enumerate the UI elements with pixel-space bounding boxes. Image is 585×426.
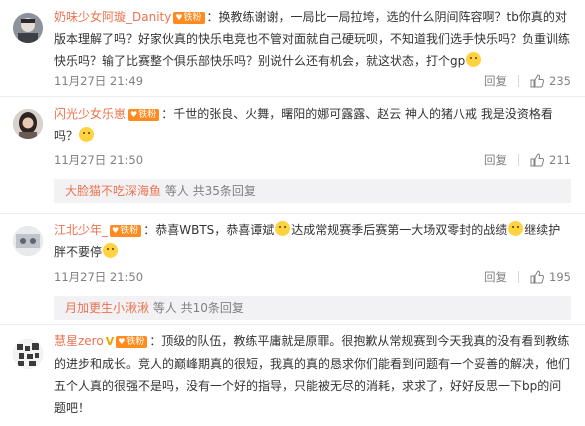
comment-username[interactable]: 慧星zero (54, 334, 104, 348)
comment-meta: 11月27日 21:49 回复 235 (54, 73, 571, 89)
comment-body: 奶味少女阿璇_Danity ♥铁粉 ：换教练谢谢，一局比一局拉垮，选的什么阴间阵容啊… (54, 10, 571, 68)
like-count: 211 (549, 153, 571, 167)
like-count: 235 (549, 74, 571, 88)
comment-username[interactable]: 闪光少女乐崽 (54, 107, 126, 121)
sub-reply-count[interactable]: 等人 共10条回复 (153, 301, 244, 315)
comment-text: 达成常规赛季后赛第一大场双零封的战绩 (291, 223, 508, 237)
like-button[interactable]: 211 (530, 153, 571, 167)
thumbs-up-icon (530, 153, 545, 167)
divider (518, 75, 520, 87)
divider (518, 154, 520, 166)
thumbs-up-icon (530, 74, 545, 88)
comment-body: 闪光少女乐崽 ♥铁粉 ：千世的张良、火舞，曙阳的娜可露露、赵云 神人的猪八戒 我是没… (54, 107, 553, 143)
comment-actions: 回复 195 (484, 269, 571, 285)
divider (518, 271, 520, 283)
comment-meta: 11月27日 21:50 回复 195 (54, 269, 571, 285)
comment-time: 11月27日 21:50 (54, 153, 144, 167)
fan-badge[interactable]: ♥铁粉 (116, 336, 148, 348)
sub-replies-bar[interactable]: 月加更生小湫湫 等人 共10条回复 (54, 296, 571, 320)
avatar[interactable] (13, 109, 43, 139)
comment-actions: 回复 235 (484, 73, 571, 89)
fan-badge-label: 铁粉 (120, 226, 139, 236)
comment-text: 恭喜WBTS，恭喜谭斌 (155, 223, 275, 237)
verified-icon: V (105, 335, 115, 348)
comment-time: 11月27日 21:49 (54, 74, 144, 88)
reply-button[interactable]: 回复 (484, 152, 507, 168)
comment-username[interactable]: 江北少年_ (54, 223, 108, 237)
crying-emoji-icon (103, 243, 119, 258)
smile-emoji-icon (466, 52, 482, 67)
comment-body: 慧星zero V ♥铁粉 ：顶级的队伍，教练平庸就是原罪。很抱歉从常规赛到今天我真的没… (54, 334, 571, 415)
fan-badge-label: 铁粉 (183, 13, 202, 23)
sub-reply-username[interactable]: 月加更生小湫湫 (65, 301, 149, 315)
comment-item: 闪光少女乐崽 ♥铁粉 ：千世的张良、火舞，曙阳的娜可露露、赵云 神人的猪八戒 我是没… (0, 97, 585, 213)
avatar[interactable] (13, 13, 43, 43)
crying-emoji-icon (508, 221, 524, 236)
fan-badge-label: 铁粉 (126, 337, 145, 347)
sub-reply-count[interactable]: 等人 共35条回复 (165, 184, 256, 198)
comment-username[interactable]: 奶味少女阿璇_Danity (54, 10, 171, 24)
comment-item: 奶味少女阿璇_Danity ♥铁粉 ：换教练谢谢，一局比一局拉垮，选的什么阴间阵容啊… (0, 0, 585, 96)
fan-badge[interactable]: ♥铁粉 (173, 12, 205, 24)
comment-item: 慧星zero V ♥铁粉 ：顶级的队伍，教练平庸就是原罪。很抱歉从常规赛到今天我真的没… (0, 325, 585, 426)
fan-badge-label: 铁粉 (138, 110, 157, 120)
like-count: 195 (549, 270, 571, 284)
comment-time: 11月27日 21:50 (54, 270, 144, 284)
sub-reply-username[interactable]: 大脸猫不吃深海鱼 (65, 184, 161, 198)
avatar[interactable] (13, 339, 43, 369)
reply-button[interactable]: 回复 (484, 269, 507, 285)
avatar[interactable] (13, 226, 43, 256)
comment-item: 江北少年_ ♥铁粉 ：恭喜WBTS，恭喜谭斌 达成常规赛季后赛第一大场双零封的战绩 继续… (0, 214, 585, 323)
comment-actions: 回复 211 (484, 152, 571, 168)
reply-button[interactable]: 回复 (484, 73, 507, 89)
thumbs-up-icon (530, 270, 545, 284)
fan-badge[interactable]: ♥铁粉 (128, 109, 160, 121)
fan-badge[interactable]: ♥铁粉 (110, 225, 142, 237)
sub-replies-bar[interactable]: 大脸猫不吃深海鱼 等人 共35条回复 (54, 179, 571, 203)
comment-meta: 11月27日 21:50 回复 211 (54, 152, 571, 168)
like-button[interactable]: 195 (530, 270, 571, 284)
smile-emoji-icon (79, 127, 95, 142)
crying-emoji-icon (275, 221, 291, 236)
comment-body: 江北少年_ ♥铁粉 ：恭喜WBTS，恭喜谭斌 达成常规赛季后赛第一大场双零封的战绩 继续… (54, 221, 561, 259)
like-button[interactable]: 235 (530, 74, 571, 88)
